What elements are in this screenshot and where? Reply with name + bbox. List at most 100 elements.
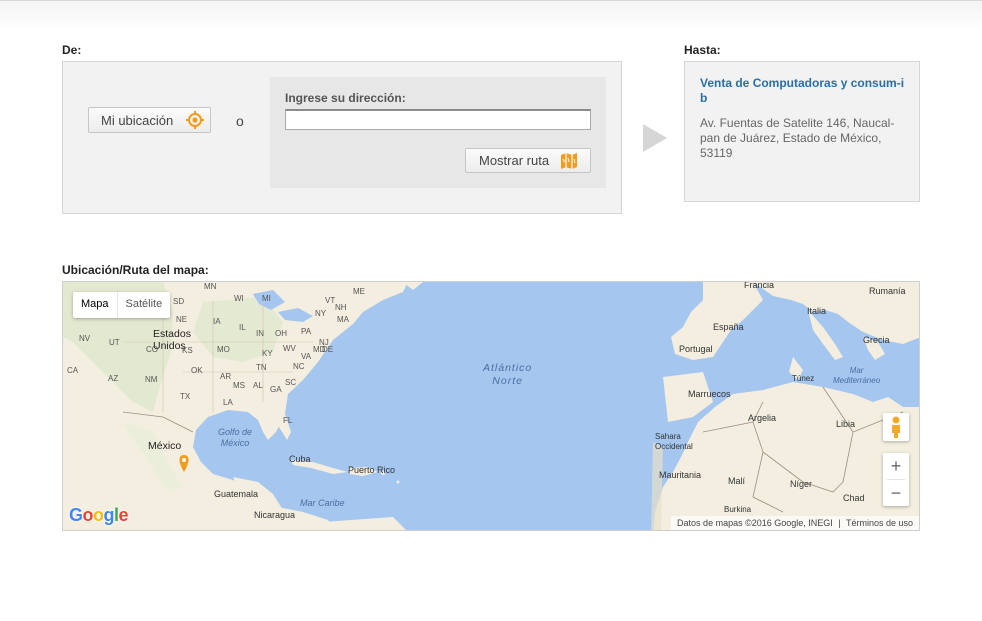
state-label: MA bbox=[337, 315, 349, 324]
map-label-portugal: Portugal bbox=[679, 344, 713, 354]
from-label: De: bbox=[62, 43, 82, 57]
top-bar bbox=[0, 0, 982, 31]
map-type-mapa-button[interactable]: Mapa bbox=[73, 292, 117, 318]
state-label: WV bbox=[283, 344, 296, 353]
state-label: MI bbox=[262, 294, 271, 303]
state-label: AZ bbox=[108, 374, 119, 383]
map-label-grecia: Grecia bbox=[863, 335, 890, 345]
show-route-button[interactable]: Mostrar ruta bbox=[465, 148, 591, 173]
location-target-icon bbox=[186, 111, 204, 132]
state-label: NM bbox=[145, 375, 158, 384]
state-label: SD bbox=[173, 297, 185, 306]
map-label-atlantico: Atlántico Norte bbox=[483, 362, 533, 387]
google-logo-letter: o bbox=[82, 505, 94, 525]
map-type-satelite-button[interactable]: Satélite bbox=[118, 292, 171, 318]
state-label: NE bbox=[176, 315, 188, 324]
map-label-guatemala: Guatemala bbox=[214, 489, 259, 499]
google-logo-letter: G bbox=[69, 505, 83, 525]
state-label: ME bbox=[353, 287, 365, 296]
zoom-control: + − bbox=[883, 453, 909, 506]
state-label: NV bbox=[79, 334, 91, 343]
state-label: TN bbox=[256, 363, 267, 372]
state-label: MS bbox=[233, 381, 245, 390]
state-label: OH bbox=[275, 329, 287, 338]
map-label-sahara: Sahara Occidental bbox=[655, 432, 693, 451]
state-label: VT bbox=[325, 296, 336, 305]
state-label: MO bbox=[217, 345, 230, 354]
map-label-mali: Malí bbox=[728, 476, 746, 486]
state-label: NH bbox=[335, 303, 347, 312]
state-label: IL bbox=[239, 323, 246, 332]
from-panel: Mi ubicación o Ingrese su dirección: Mos… bbox=[62, 61, 622, 214]
or-separator: o bbox=[236, 113, 244, 129]
state-label: CA bbox=[67, 366, 79, 375]
map-label-tunez: Túnez bbox=[792, 374, 815, 383]
map-label-mexico: México bbox=[148, 440, 182, 452]
destination-address: Av. Fuentas de Satelite 146, Naucal-pan … bbox=[700, 116, 895, 160]
state-label: UT bbox=[109, 338, 120, 347]
destination-name[interactable]: Venta de Computadoras y consum-ib bbox=[700, 76, 905, 106]
state-label: AR bbox=[220, 372, 232, 381]
state-label: IA bbox=[213, 317, 221, 326]
address-panel: Ingrese su dirección: Mostrar ruta bbox=[270, 77, 606, 188]
state-label: TX bbox=[180, 392, 191, 401]
state-label: NC bbox=[293, 362, 305, 371]
to-label: Hasta: bbox=[684, 43, 721, 57]
map-label-chad: Chad bbox=[843, 493, 865, 503]
state-label: MN bbox=[204, 282, 217, 291]
map-label-nicaragua: Nicaragua bbox=[254, 510, 296, 520]
map-label-mar-caribe: Mar Caribe bbox=[300, 498, 345, 508]
map-label-marruecos: Marruecos bbox=[688, 389, 731, 399]
state-label: OK bbox=[191, 366, 203, 375]
state-label: VA bbox=[301, 352, 312, 361]
terms-of-use-link[interactable]: Términos de uso bbox=[846, 518, 913, 528]
map-label-italia: Italia bbox=[807, 306, 827, 316]
address-input[interactable] bbox=[285, 109, 591, 130]
state-label: IN bbox=[256, 329, 264, 338]
destination-panel: Venta de Computadoras y consum-ib Av. Fu… bbox=[684, 61, 920, 202]
google-logo-letter: e bbox=[118, 505, 129, 525]
state-label: DE bbox=[322, 345, 334, 354]
map-label-francia: Francia bbox=[744, 281, 775, 290]
google-logo: Google bbox=[69, 505, 129, 526]
map-base bbox=[63, 282, 919, 530]
map-label-burkina: Burkina bbox=[724, 505, 752, 514]
state-label: AL bbox=[253, 381, 263, 390]
direction-arrow-icon bbox=[643, 124, 667, 152]
map-view[interactable]: Estados Unidos México Golfo de México Cu… bbox=[62, 281, 920, 531]
state-label: SC bbox=[285, 378, 297, 387]
state-label: GA bbox=[270, 385, 282, 394]
map-label-cuba: Cuba bbox=[289, 454, 311, 464]
my-location-button[interactable]: Mi ubicación bbox=[88, 107, 211, 133]
zoom-out-button[interactable]: − bbox=[883, 480, 909, 506]
map-label-mauritania: Mauritania bbox=[659, 470, 702, 480]
map-icon bbox=[560, 153, 578, 172]
map-label-espana: España bbox=[713, 322, 744, 332]
map-data-credit: Datos de mapas ©2016 Google, INEGI bbox=[677, 518, 833, 528]
map-label-rumania: Rumanía bbox=[869, 286, 906, 296]
state-label: KS bbox=[182, 346, 193, 355]
map-label-golfo: Golfo de México bbox=[218, 427, 253, 448]
my-location-label: Mi ubicación bbox=[101, 112, 174, 128]
map-attribution: Datos de mapas ©2016 Google, INEGI | Tér… bbox=[671, 516, 919, 530]
google-logo-letter: o bbox=[93, 505, 104, 525]
show-route-label: Mostrar ruta bbox=[479, 153, 550, 168]
state-label: PA bbox=[301, 327, 312, 336]
street-view-pegman-icon[interactable] bbox=[883, 413, 909, 441]
address-label: Ingrese su dirección: bbox=[285, 91, 406, 105]
state-label: FL bbox=[283, 416, 293, 425]
map-label-mar-mediterraneo: Mar Mediterráneo bbox=[833, 366, 881, 385]
state-label: NY bbox=[315, 309, 327, 318]
map-label-argelia: Argelia bbox=[748, 413, 777, 423]
attribution-divider: | bbox=[838, 518, 841, 528]
map-label-libia: Libia bbox=[836, 419, 856, 429]
state-label: CO bbox=[146, 345, 158, 354]
zoom-in-button[interactable]: + bbox=[883, 453, 909, 479]
state-label: LA bbox=[223, 398, 233, 407]
state-label: WI bbox=[234, 294, 244, 303]
map-label-niger: Níger bbox=[790, 479, 813, 489]
map-type-control: Mapa Satélite bbox=[73, 292, 171, 318]
map-section-label: Ubicación/Ruta del mapa: bbox=[62, 263, 209, 277]
map-label-puerto-rico: Puerto Rico bbox=[348, 465, 396, 475]
google-logo-letter: g bbox=[103, 505, 115, 525]
